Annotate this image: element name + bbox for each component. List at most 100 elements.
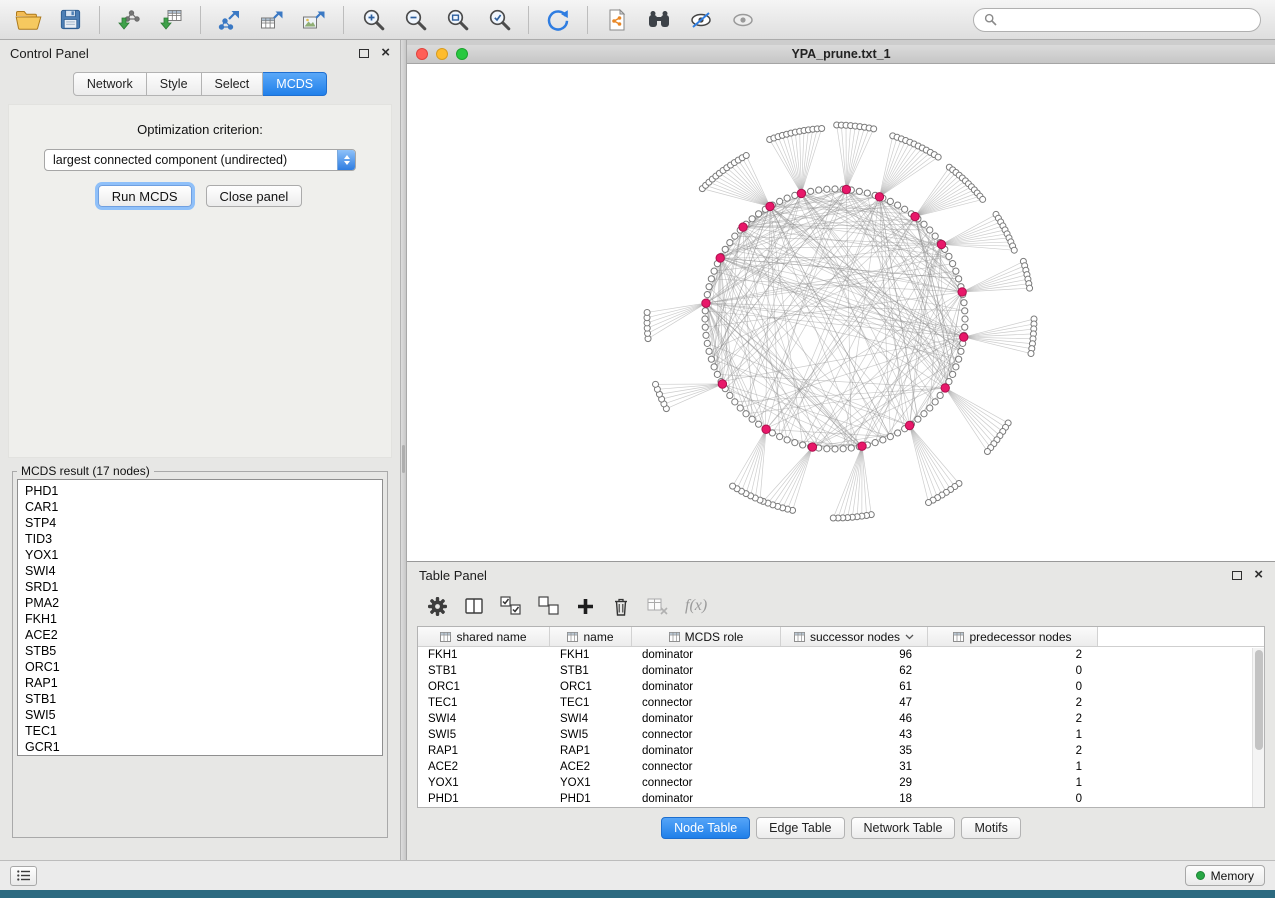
toggle-columns-button[interactable] xyxy=(464,596,484,616)
delete-column-button[interactable] xyxy=(611,596,631,617)
close-panel-button[interactable]: Close panel xyxy=(206,185,303,207)
table-cell: 2 xyxy=(928,743,1098,759)
table-cell: SWI5 xyxy=(550,727,632,743)
result-item[interactable]: ORC1 xyxy=(25,659,382,675)
close-panel-icon[interactable]: × xyxy=(381,48,390,58)
tab-select[interactable]: Select xyxy=(202,72,264,96)
column-header-name[interactable]: name xyxy=(550,627,632,646)
table-settings-button[interactable] xyxy=(427,596,448,617)
import-network-button[interactable] xyxy=(109,3,149,37)
result-item[interactable]: SWI4 xyxy=(25,563,382,579)
result-item[interactable]: FKH1 xyxy=(25,611,382,627)
result-item[interactable]: CAR1 xyxy=(25,499,382,515)
scrollbar-thumb[interactable] xyxy=(1255,650,1263,750)
criterion-select[interactable]: largest connected component (undirected) xyxy=(44,149,356,171)
hide-graphics-details-button[interactable] xyxy=(681,3,721,37)
network-window-titlebar[interactable]: YPA_prune.txt_1 xyxy=(407,45,1275,64)
table-cell xyxy=(1098,695,1264,711)
run-mcds-button[interactable]: Run MCDS xyxy=(98,185,192,207)
table-cell: YOX1 xyxy=(550,775,632,791)
zoom-fit-icon xyxy=(445,7,470,32)
result-item[interactable]: SWI5 xyxy=(25,707,382,723)
table-row[interactable]: STB1STB1dominator620 xyxy=(418,663,1264,679)
table-cell: connector xyxy=(632,775,781,791)
add-column-button[interactable] xyxy=(576,597,595,616)
table-row[interactable]: TEC1TEC1connector472 xyxy=(418,695,1264,711)
open-session-button[interactable] xyxy=(8,3,48,37)
sort-icon xyxy=(953,632,964,642)
table-row[interactable]: SWI4SWI4dominator462 xyxy=(418,711,1264,727)
export-image-button[interactable] xyxy=(294,3,334,37)
table-cell: RAP1 xyxy=(418,743,550,759)
column-header-successor-nodes[interactable]: successor nodes xyxy=(781,627,928,646)
search-box[interactable] xyxy=(973,8,1261,32)
result-item[interactable]: YOX1 xyxy=(25,547,382,563)
tab-motifs[interactable]: Motifs xyxy=(961,817,1020,839)
tab-network-table[interactable]: Network Table xyxy=(851,817,956,839)
table-row[interactable]: PHD1PHD1dominator180 xyxy=(418,791,1264,807)
save-session-button[interactable] xyxy=(50,3,90,37)
result-item[interactable]: GCR1 xyxy=(25,739,382,755)
float-panel-icon[interactable] xyxy=(359,49,369,58)
table-row[interactable]: ORC1ORC1dominator610 xyxy=(418,679,1264,695)
result-item[interactable]: STB5 xyxy=(25,643,382,659)
result-item[interactable]: STP4 xyxy=(25,515,382,531)
minimize-window-icon[interactable] xyxy=(436,48,448,60)
zoom-selected-button[interactable] xyxy=(479,3,519,37)
tab-node-table[interactable]: Node Table xyxy=(661,817,750,839)
zoom-in-button[interactable] xyxy=(353,3,393,37)
memory-button[interactable]: Memory xyxy=(1185,865,1265,886)
find-button[interactable] xyxy=(639,3,679,37)
zoom-out-button[interactable] xyxy=(395,3,435,37)
table-cell xyxy=(1098,775,1264,791)
tab-style[interactable]: Style xyxy=(147,72,202,96)
select-all-rows-button[interactable] xyxy=(500,596,522,616)
function-builder-button[interactable]: f(x) xyxy=(685,597,707,615)
tab-mcds[interactable]: MCDS xyxy=(263,72,327,96)
table-cell xyxy=(1098,791,1264,807)
refresh-view-button[interactable] xyxy=(538,3,578,37)
search-input[interactable] xyxy=(1003,13,1250,27)
sort-icon xyxy=(440,632,451,642)
delete-table-button[interactable] xyxy=(647,596,669,616)
result-item[interactable]: TEC1 xyxy=(25,723,382,739)
tab-edge-table[interactable]: Edge Table xyxy=(756,817,844,839)
toolbar-separator xyxy=(343,6,344,34)
close-window-icon[interactable] xyxy=(416,48,428,60)
result-item[interactable]: RAP1 xyxy=(25,675,382,691)
result-item[interactable]: TID3 xyxy=(25,531,382,547)
column-header-predecessor-nodes[interactable]: predecessor nodes xyxy=(928,627,1098,646)
maximize-window-icon[interactable] xyxy=(456,48,468,60)
deselect-all-rows-button[interactable] xyxy=(538,596,560,616)
network-canvas[interactable] xyxy=(407,64,1273,561)
column-header-shared-name[interactable]: shared name xyxy=(418,627,550,646)
zoom-fit-button[interactable] xyxy=(437,3,477,37)
toolbar-separator xyxy=(528,6,529,34)
result-item[interactable]: PHD1 xyxy=(25,483,382,499)
task-history-button[interactable] xyxy=(10,866,37,886)
table-row[interactable]: ACE2ACE2connector311 xyxy=(418,759,1264,775)
result-item[interactable]: STB1 xyxy=(25,691,382,707)
show-graphics-details-button[interactable] xyxy=(723,3,763,37)
float-panel-icon[interactable] xyxy=(1232,571,1242,580)
result-item[interactable]: SRD1 xyxy=(25,579,382,595)
export-table-button[interactable] xyxy=(252,3,292,37)
table-cell: 1 xyxy=(928,775,1098,791)
tab-network[interactable]: Network xyxy=(73,72,147,96)
table-row[interactable]: FKH1FKH1dominator962 xyxy=(418,647,1264,663)
import-table-button[interactable] xyxy=(151,3,191,37)
table-row[interactable]: RAP1RAP1dominator352 xyxy=(418,743,1264,759)
divider-handle-icon[interactable] xyxy=(402,445,405,473)
panel-divider[interactable] xyxy=(400,40,407,860)
table-row[interactable]: SWI5SWI5connector431 xyxy=(418,727,1264,743)
result-item[interactable]: PMA2 xyxy=(25,595,382,611)
result-item[interactable]: ACE2 xyxy=(25,627,382,643)
table-cell: PHD1 xyxy=(418,791,550,807)
column-header-mcds-role[interactable]: MCDS role xyxy=(632,627,781,646)
share-document-button[interactable] xyxy=(597,3,637,37)
close-panel-icon[interactable]: × xyxy=(1254,570,1263,580)
table-scrollbar[interactable] xyxy=(1252,648,1264,807)
table-row[interactable]: YOX1YOX1connector291 xyxy=(418,775,1264,791)
export-network-button[interactable] xyxy=(210,3,250,37)
mcds-result-list[interactable]: PHD1CAR1STP4TID3YOX1SWI4SRD1PMA2FKH1ACE2… xyxy=(17,479,383,756)
